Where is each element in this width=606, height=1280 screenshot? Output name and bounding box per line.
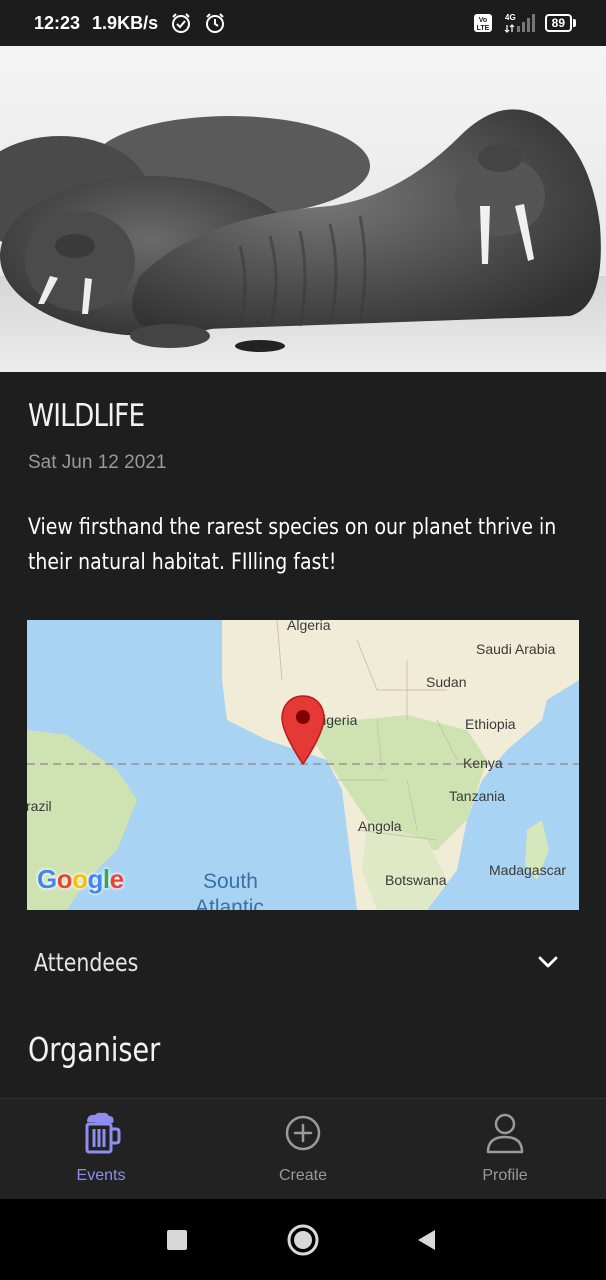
nav-label-events: Events — [76, 1167, 126, 1184]
svg-text:LTE: LTE — [476, 25, 489, 32]
plus-circle-icon — [285, 1115, 321, 1151]
alarm-icon — [206, 13, 225, 33]
do-not-disturb-icon — [172, 13, 191, 33]
map-label-algeria: Algeria — [287, 620, 331, 633]
network-type-label: 4G — [505, 13, 516, 22]
map-label-saudi-arabia: Saudi Arabia — [476, 641, 556, 657]
nav-label-create: Create — [278, 1167, 328, 1184]
event-description: View firsthand the rarest species on our… — [28, 515, 557, 575]
map-label-sudan: Sudan — [426, 674, 467, 690]
map-label-ethiopia: Ethiopia — [465, 716, 516, 732]
attendees-label: Attendees — [34, 947, 139, 977]
status-network-speed: 1.9KB/s — [92, 12, 159, 33]
status-bar: 12:23 1.9KB/s Vo LTE 4G 89 — [0, 0, 606, 46]
map-label-ocean-2: Atlantic — [195, 896, 264, 910]
event-hero-image — [0, 46, 606, 372]
nav-tab-events[interactable]: Events — [0, 1099, 202, 1199]
back-button[interactable] — [412, 1199, 440, 1280]
map-label-kenya: Kenya — [463, 755, 503, 771]
map-label-angola: Angola — [358, 818, 402, 834]
home-button[interactable] — [284, 1199, 322, 1280]
map-label-madagascar: Madagascar — [489, 862, 567, 878]
event-date: Sat Jun 12 2021 — [28, 452, 167, 473]
status-time: 12:23 — [34, 12, 81, 33]
person-icon — [486, 1113, 524, 1154]
square-icon — [167, 1229, 187, 1250]
nav-tab-create[interactable]: Create — [202, 1099, 404, 1199]
signal-icon: 4G — [504, 13, 535, 33]
battery-level: 89 — [544, 14, 572, 32]
back-triangle-icon — [418, 1229, 435, 1250]
nav-tab-profile[interactable]: Profile — [404, 1099, 606, 1199]
map-label-ocean: South — [203, 870, 258, 893]
organiser-heading: Organiser — [28, 1030, 161, 1069]
recents-button[interactable] — [160, 1199, 194, 1280]
nav-label-profile: Profile — [482, 1167, 528, 1184]
battery-icon: 89 — [544, 14, 576, 32]
volte-icon: Vo LTE — [473, 14, 492, 32]
map-label-brazil: razil — [27, 798, 52, 814]
home-circle-icon — [287, 1224, 319, 1255]
event-title: WILDLIFE — [28, 398, 145, 434]
svg-text:Vo: Vo — [478, 17, 486, 24]
beer-mug-icon — [85, 1112, 121, 1154]
google-logo: Google — [37, 864, 124, 894]
attendees-accordion[interactable]: Attendees — [0, 932, 606, 992]
map-pin-icon[interactable] — [280, 694, 326, 766]
chevron-down-icon[interactable] — [536, 950, 560, 974]
event-location-map[interactable]: Algeria Saudi Arabia Sudan Nigeria Ethio… — [27, 620, 579, 910]
bottom-navigation: Events Create Profile — [0, 1098, 606, 1199]
map-label-botswana: Botswana — [385, 872, 447, 888]
map-label-tanzania: Tanzania — [449, 788, 506, 804]
